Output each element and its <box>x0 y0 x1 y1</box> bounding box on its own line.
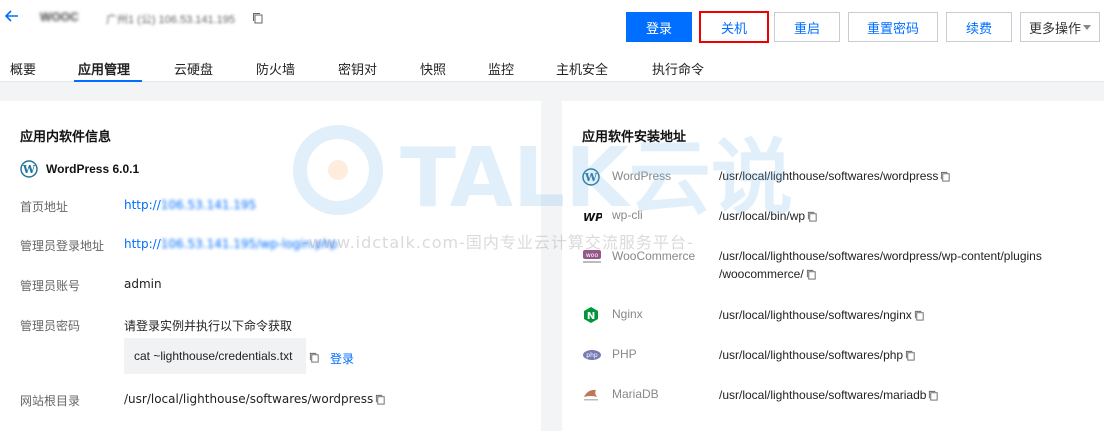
webroot-value: /usr/local/lighthouse/softwares/wordpres… <box>124 392 386 406</box>
admin-login-label: 管理员登录地址 <box>20 239 105 253</box>
admin-login-link[interactable]: http://106.53.141.195/wp-login.php <box>124 237 338 251</box>
copy-icon[interactable] <box>940 171 951 182</box>
copy-icon[interactable] <box>252 12 264 24</box>
tab-host-security[interactable]: 主机安全 <box>556 59 608 78</box>
tab-firewall[interactable]: 防火墙 <box>256 59 295 78</box>
webroot-path: /usr/local/lighthouse/softwares/wordpres… <box>124 392 374 406</box>
more-actions-label: 更多操作 <box>1029 21 1082 37</box>
copy-icon[interactable] <box>807 211 818 222</box>
tab-snapshot[interactable]: 快照 <box>420 59 446 78</box>
software-path-nginx: /usr/local/lighthouse/softwares/nginx <box>719 306 925 324</box>
install-path: /usr/local/lighthouse/softwares/wordpres… <box>719 249 1042 263</box>
app-software-info-panel <box>0 101 541 431</box>
admin-account-value: admin <box>124 277 162 291</box>
woocommerce-logo-icon: woo <box>583 250 601 263</box>
software-name-php: PHP <box>612 347 637 361</box>
install-path: /usr/local/lighthouse/softwares/nginx <box>719 308 912 322</box>
software-name-wp-cli: wp-cli <box>612 208 643 222</box>
restart-button[interactable]: 重启 <box>774 12 840 42</box>
copy-icon[interactable] <box>928 390 939 401</box>
tab-run-command[interactable]: 执行命令 <box>652 59 704 78</box>
install-path: /usr/local/bin/wp <box>719 209 806 223</box>
homepage-link[interactable]: http://106.53.141.195 <box>124 198 256 212</box>
more-actions-dropdown[interactable]: 更多操作 <box>1020 12 1100 42</box>
admin-account-label: 管理员账号 <box>20 279 81 293</box>
software-name-wordpress: WordPress <box>612 169 672 183</box>
credentials-command: cat ~lighthouse/credentials.txt <box>134 349 293 363</box>
install-path: /usr/local/lighthouse/softwares/wordpres… <box>719 169 939 183</box>
app-name: WordPress 6.0.1 <box>46 162 140 176</box>
back-arrow-icon[interactable] <box>4 8 20 24</box>
copy-icon[interactable] <box>806 269 817 280</box>
software-name-woocommerce: WooCommerce <box>612 249 696 263</box>
svg-text:N: N <box>587 311 595 322</box>
active-tab-indicator <box>74 80 142 82</box>
tab-monitor[interactable]: 监控 <box>488 59 514 78</box>
svg-text:WP: WP <box>583 211 602 224</box>
wordpress-header: W WordPress 6.0.1 <box>20 160 139 178</box>
tab-cloud-disk[interactable]: 云硬盘 <box>174 59 213 78</box>
admin-password-hint: 请登录实例并执行以下命令获取 <box>124 319 293 333</box>
admin-password-label: 管理员密码 <box>20 319 81 333</box>
instance-name: WOOC <box>40 10 79 24</box>
software-path-wp-cli: /usr/local/bin/wp <box>719 207 818 225</box>
login-button[interactable]: 登录 <box>626 12 692 42</box>
software-path-woocommerce: /usr/local/lighthouse/softwares/wordpres… <box>719 247 1042 283</box>
software-path-wordpress: /usr/local/lighthouse/softwares/wordpres… <box>719 167 951 185</box>
wordpress-logo-icon: W <box>582 168 600 186</box>
copy-icon[interactable] <box>375 394 386 405</box>
wordpress-logo-icon: W <box>20 160 38 178</box>
panel-title-install-paths: 应用软件安装地址 <box>582 130 687 145</box>
install-path: /usr/local/lighthouse/softwares/mariadb <box>719 388 927 402</box>
copy-icon[interactable] <box>914 310 925 321</box>
top-bar: WOOC 广州1 (公) 106.53.141.195 登录 关机 重启 重置密… <box>0 0 1104 82</box>
homepage-prefix: http:// <box>124 198 161 212</box>
software-name-nginx: Nginx <box>612 307 643 321</box>
renew-button[interactable]: 续费 <box>946 12 1012 42</box>
mariadb-logo-icon <box>584 389 598 401</box>
reset-password-button[interactable]: 重置密码 <box>848 12 938 42</box>
install-path-continued: /woocommerce/ <box>719 267 804 281</box>
panel-title-software-info: 应用内软件信息 <box>20 130 112 145</box>
credentials-command-box: cat ~lighthouse/credentials.txt <box>124 338 306 374</box>
install-path: /usr/local/lighthouse/softwares/php <box>719 348 904 362</box>
chevron-down-icon <box>1083 25 1091 30</box>
admin-login-address: 106.53.141.195/wp-login.php <box>160 237 338 251</box>
webroot-label: 网站根目录 <box>20 394 81 408</box>
wp-cli-logo-icon: WP <box>583 211 602 224</box>
copy-icon[interactable] <box>309 352 320 363</box>
tab-key-pair[interactable]: 密钥对 <box>338 59 377 78</box>
homepage-address: 106.53.141.195 <box>160 198 257 212</box>
shutdown-button[interactable]: 关机 <box>699 11 769 43</box>
svg-text:W: W <box>22 163 36 176</box>
homepage-label: 首页地址 <box>20 200 69 214</box>
login-link[interactable]: 登录 <box>330 350 354 367</box>
admin-login-prefix: http:// <box>124 237 161 251</box>
copy-icon[interactable] <box>905 350 916 361</box>
software-path-mariadb: /usr/local/lighthouse/softwares/mariadb <box>719 386 939 404</box>
nginx-logo-icon: N <box>584 307 598 323</box>
software-path-php: /usr/local/lighthouse/softwares/php <box>719 346 916 364</box>
php-logo-icon: php <box>583 350 601 360</box>
software-name-mariadb: MariaDB <box>612 387 659 401</box>
tab-bar: 概要 应用管理 云硬盘 防火墙 密钥对 快照 监控 主机安全 执行命令 <box>0 56 1104 82</box>
tab-app-management[interactable]: 应用管理 <box>78 59 130 78</box>
tab-overview[interactable]: 概要 <box>10 59 36 78</box>
svg-text:woo: woo <box>586 252 599 259</box>
svg-text:php: php <box>586 352 598 359</box>
svg-text:W: W <box>584 171 598 184</box>
instance-meta: 广州1 (公) 106.53.141.195 <box>106 14 236 26</box>
